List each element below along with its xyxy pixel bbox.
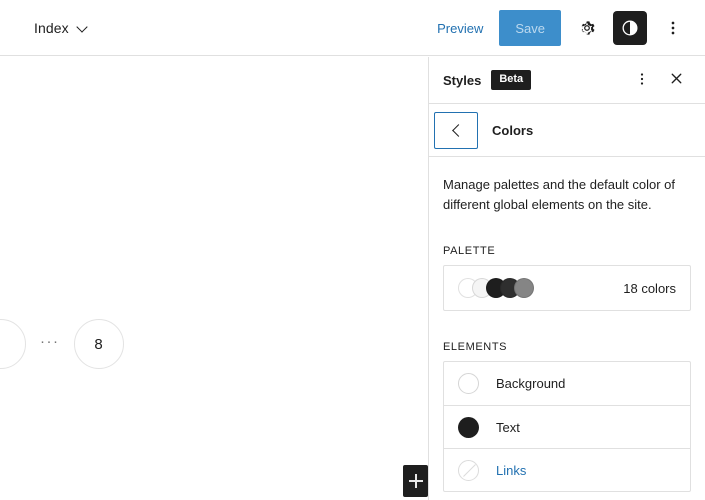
back-button[interactable] [434,111,478,149]
page-circle-current[interactable]: 8 [73,319,124,369]
styles-header-actions [627,65,691,95]
styles-sidebar-body: Manage palettes and the default color of… [429,175,705,493]
close-icon [668,70,685,90]
element-row-links[interactable]: Links [444,448,690,491]
palette-card: 18 colors [443,265,691,312]
palette-count-label: 18 colors [623,280,676,296]
palette-section-label: Palette [443,245,496,258]
more-vertical-icon [663,18,683,38]
styles-sidebar-header: Styles Beta [429,57,705,104]
block-inserter-button[interactable] [403,465,428,497]
more-vertical-icon [633,70,651,91]
global-styles-button[interactable] [613,11,647,45]
preview-button[interactable]: Preview [427,13,493,44]
palette-swatch-5 [514,278,534,299]
element-label: Background [496,376,566,392]
close-sidebar-button[interactable] [661,65,691,95]
background-color-swatch [458,373,479,395]
element-label: Text [496,419,520,435]
styles-more-menu-button[interactable] [627,65,657,95]
settings-button[interactable] [569,10,605,46]
styles-sidebar: Styles Beta Colors Manage palettes and t… [429,57,705,500]
gear-icon [577,18,597,38]
page-circle-previous[interactable] [0,319,26,369]
plus-icon [408,474,423,488]
save-button[interactable]: Save [499,10,561,46]
contrast-icon [620,18,640,38]
editor-options-button[interactable] [655,10,691,46]
palette-row[interactable]: 18 colors [444,266,690,310]
editor-toolbar: Index Preview Save [0,0,705,56]
element-row-background[interactable]: Background [444,362,690,405]
pagination: ··· 8 [0,319,124,369]
document-title: Index [34,20,69,36]
document-switcher[interactable]: Index [28,11,95,45]
editor-canvas[interactable]: ··· 8 [0,57,429,500]
chevron-down-icon [77,22,89,34]
chevron-left-icon [451,125,462,136]
element-label: Links [496,462,527,478]
styles-nav-row: Colors [429,104,705,157]
element-row-text[interactable]: Text [444,405,690,448]
elements-section-label: Elements [443,341,508,354]
styles-panel-title: Styles [443,72,482,88]
text-color-swatch [458,416,479,438]
elements-card: Background Text Links [443,361,691,493]
palette-swatch-stack [458,278,534,299]
panel-title: Colors [492,122,534,138]
pagination-ellipsis: ··· [40,332,60,350]
panel-description: Manage palettes and the default color of… [443,177,675,213]
beta-badge: Beta [491,70,532,90]
links-color-swatch [458,459,479,481]
toolbar-actions: Preview Save [427,0,691,56]
